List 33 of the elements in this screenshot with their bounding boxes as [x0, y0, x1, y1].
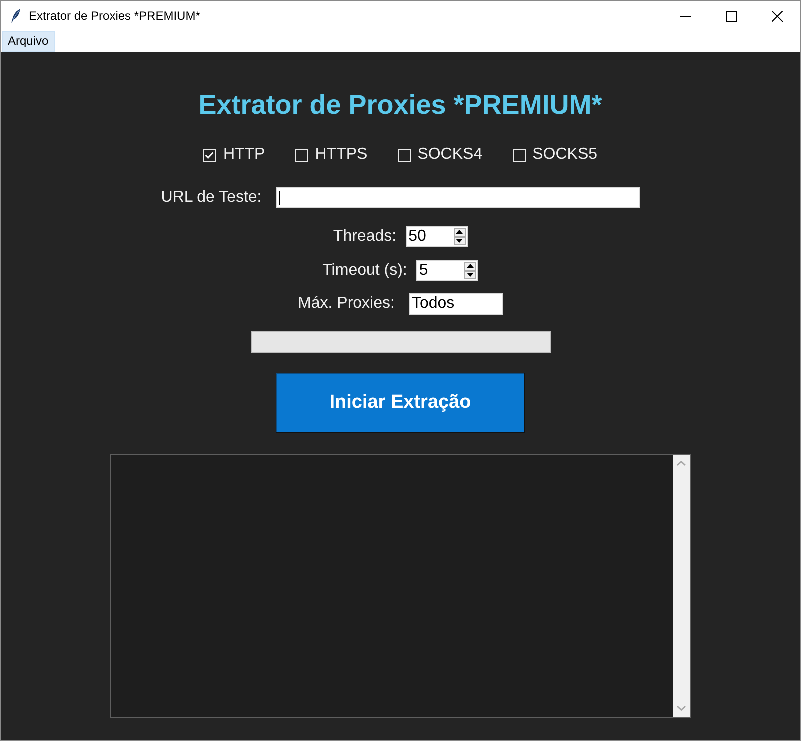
start-button[interactable]: Iniciar Extração [276, 373, 525, 433]
field-label: Threads: [333, 226, 397, 246]
checkbox[interactable] [203, 148, 216, 162]
field-label: Máx. Proxies: [298, 294, 395, 314]
feather-icon [11, 9, 21, 23]
url-input-field[interactable] [276, 187, 640, 208]
field-label: URL de Teste: [161, 188, 262, 208]
checkbox-label[interactable]: HTTP [223, 145, 266, 165]
checkmark-icon [205, 152, 214, 158]
checkbox-label[interactable]: HTTPS [315, 145, 368, 165]
field-label: Timeout (s): [322, 260, 408, 280]
spin-up-button[interactable] [454, 228, 466, 236]
checkbox[interactable] [295, 148, 308, 162]
app-heading: Extrator de Proxies *PREMIUM* [198, 89, 602, 121]
window-title: Extrator de Proxies *PREMIUM* [29, 9, 200, 23]
close-icon [772, 10, 782, 22]
chevron-down-icon [677, 706, 686, 711]
checkbox[interactable] [512, 148, 526, 162]
down-triangle-icon [456, 238, 464, 243]
spinbox[interactable]: 50 [406, 226, 468, 247]
log-text-area[interactable] [110, 454, 691, 718]
menu-item[interactable]: Arquivo [2, 31, 55, 52]
checkbox[interactable] [398, 148, 411, 162]
down-triangle-icon [466, 272, 474, 277]
maximize-icon [726, 10, 736, 22]
text-input-field[interactable]: Todos [408, 293, 503, 315]
spinbox[interactable]: 5 [416, 260, 478, 281]
spin-up-button[interactable] [464, 262, 476, 270]
up-triangle-icon [456, 230, 464, 234]
chevron-up-icon [677, 461, 686, 466]
checkbox-label[interactable]: SOCKS4 [418, 145, 483, 165]
checkbox-label[interactable]: SOCKS5 [532, 145, 598, 165]
up-triangle-icon [466, 264, 474, 268]
